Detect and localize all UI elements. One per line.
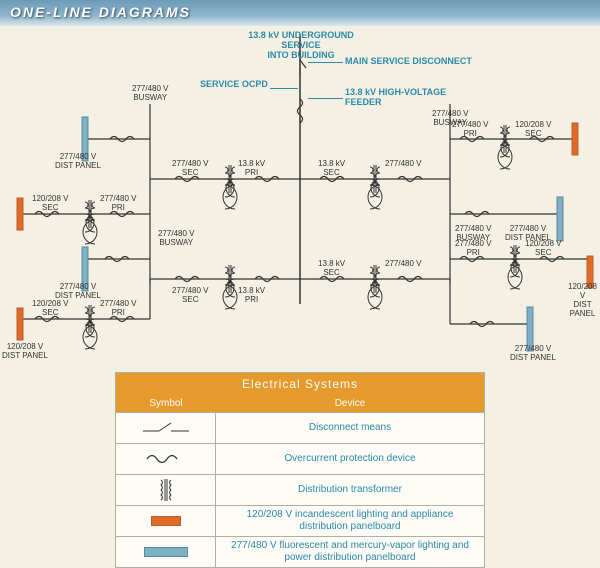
label-sec-277: 277/480 V SEC bbox=[172, 159, 208, 177]
label-sec-120-l: 120/208 V SEC bbox=[32, 194, 68, 212]
callout-main-disconnect: MAIN SERVICE DISCONNECT bbox=[345, 56, 472, 66]
legend-row-disconnect: Disconnect means bbox=[116, 412, 484, 443]
legend-title: Electrical Systems bbox=[116, 373, 484, 395]
disconnect-icon bbox=[116, 413, 216, 443]
legend-device-4: 277/480 V fluorescent and mercury-vapor … bbox=[216, 537, 484, 567]
label-pri-277-rb: 277/480 V PRI bbox=[455, 239, 491, 257]
label-pri-138-l: 13.8 kV PRI bbox=[238, 159, 265, 177]
label-pri-277-l: 277/480 V PRI bbox=[100, 194, 136, 212]
legend-row-ocpd: Overcurrent protection device bbox=[116, 443, 484, 474]
ocpd-icon bbox=[116, 444, 216, 474]
legend-device-1: Overcurrent protection device bbox=[216, 450, 484, 468]
label-dist-120-bl: 120/208 V DIST PANEL bbox=[2, 342, 48, 360]
label-sec-120-rb: 120/208 V SEC bbox=[525, 239, 561, 257]
label-sec-277-low: 277/480 V SEC bbox=[172, 286, 208, 304]
callout-service-ocpd: SERVICE OCPD bbox=[200, 79, 268, 89]
page-title: ONE-LINE DIAGRAMS bbox=[0, 0, 600, 26]
label-dist-120-rb: 120/208 V DIST PANEL bbox=[565, 282, 600, 318]
label-sec-120-bl: 120/208 V SEC bbox=[32, 299, 68, 317]
callout-service-top: 13.8 kV UNDERGROUND SERVICE INTO BUILDIN… bbox=[246, 30, 356, 60]
legend-row-blue-panel: 277/480 V fluorescent and mercury-vapor … bbox=[116, 536, 484, 567]
label-sec-138-low: 13.8 kV SEC bbox=[318, 259, 345, 277]
legend-device-2: Distribution transformer bbox=[216, 481, 484, 499]
label-pri-277-bl: 277/480 V PRI bbox=[100, 299, 136, 317]
label-sec-138-r: 13.8 kV SEC bbox=[318, 159, 345, 177]
label-pri-138-low: 13.8 kV PRI bbox=[238, 286, 265, 304]
legend-device-0: Disconnect means bbox=[216, 419, 484, 437]
transformer-icon bbox=[116, 475, 216, 505]
legend-col-symbol: Symbol bbox=[116, 395, 216, 412]
label-busway-left-mid: 277/480 V BUSWAY bbox=[158, 229, 194, 247]
blue-panel-icon bbox=[116, 537, 216, 567]
legend-row-xfmr: Distribution transformer bbox=[116, 474, 484, 505]
legend-row-orange-panel: 120/208 V incandescent lighting and appl… bbox=[116, 505, 484, 536]
label-dist-277-upper-left: 277/480 V DIST PANEL bbox=[55, 152, 101, 170]
label-277-low: 277/480 V bbox=[385, 259, 421, 268]
legend-col-device: Device bbox=[216, 395, 484, 412]
legend-device-3: 120/208 V incandescent lighting and appl… bbox=[216, 506, 484, 536]
label-busway-left-upper: 277/480 V BUSWAY bbox=[132, 84, 168, 102]
legend-table: Electrical Systems Symbol Device Disconn… bbox=[115, 372, 485, 568]
label-dist-277-br: 277/480 V DIST PANEL bbox=[510, 344, 556, 362]
one-line-diagram: 13.8 kV UNDERGROUND SERVICE INTO BUILDIN… bbox=[0, 24, 600, 369]
label-pri-277-r: 277/480 V PRI bbox=[452, 120, 488, 138]
label-dist-277-mid-left: 277/480 V DIST PANEL bbox=[55, 282, 101, 300]
label-277-r: 277/480 V bbox=[385, 159, 421, 168]
diagram-svg bbox=[0, 24, 600, 369]
label-sec-120-r: 120/208 V SEC bbox=[515, 120, 551, 138]
orange-panel-icon bbox=[116, 506, 216, 536]
callout-hv-feeder: 13.8 kV HIGH-VOLTAGE FEEDER bbox=[345, 87, 446, 107]
